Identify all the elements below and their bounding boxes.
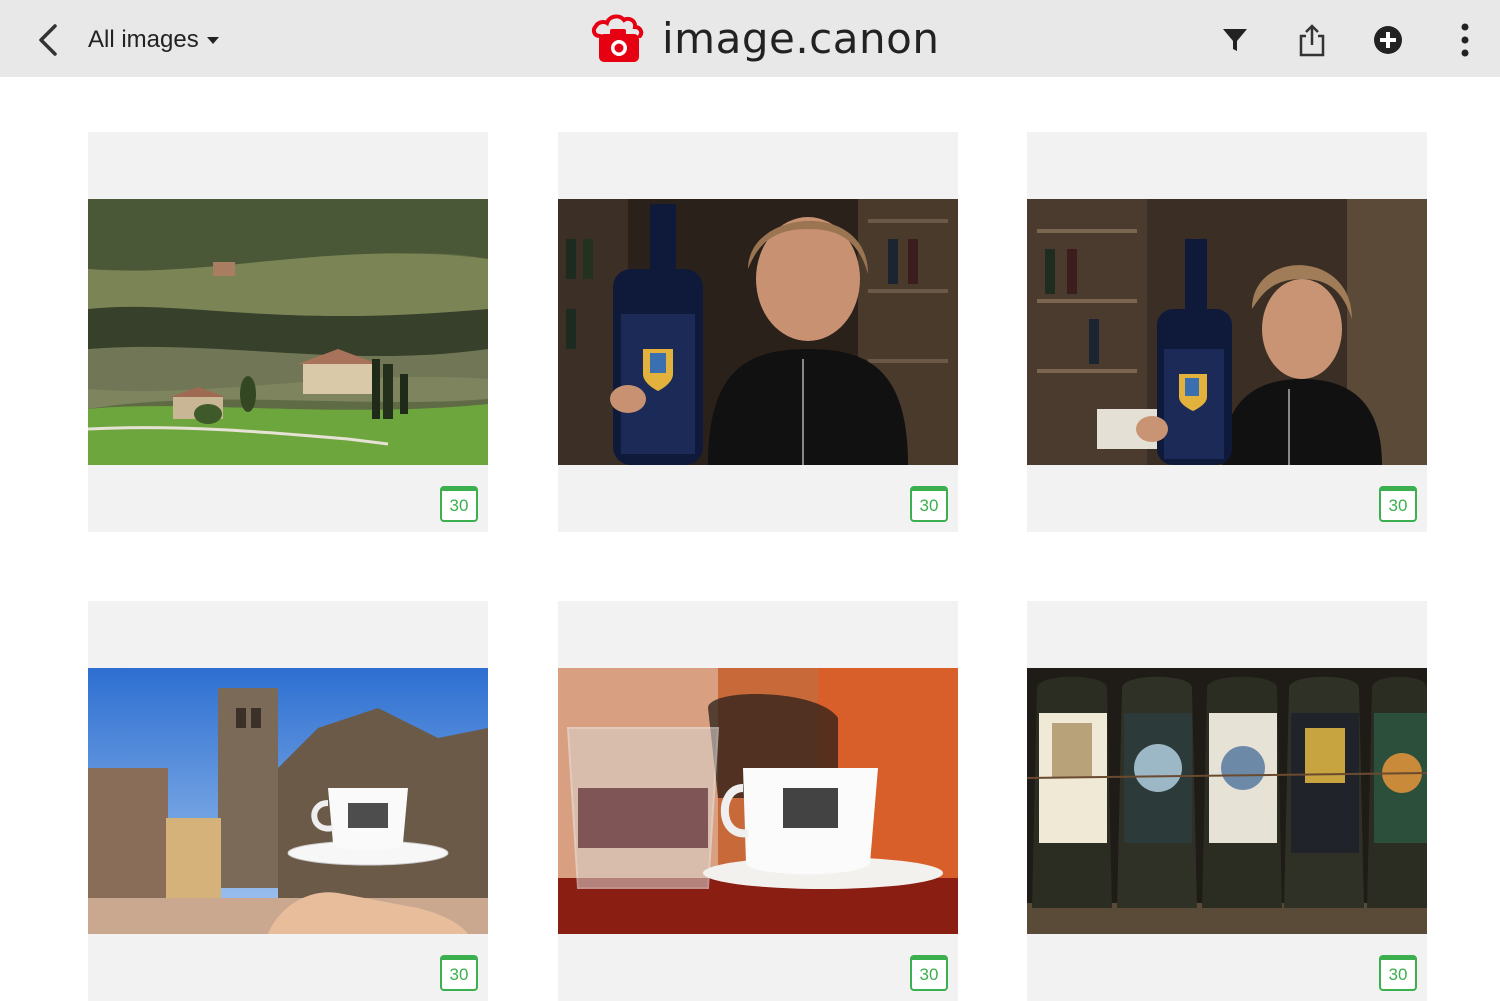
portrait-wine-photo xyxy=(1027,199,1427,465)
image-thumbnail[interactable] xyxy=(88,199,488,465)
image-thumbnail[interactable] xyxy=(1027,668,1427,934)
brand-name: image.canon xyxy=(662,13,940,63)
back-button[interactable] xyxy=(30,20,66,60)
add-circle-icon xyxy=(1374,26,1402,54)
share-button[interactable] xyxy=(1290,18,1334,62)
add-button[interactable] xyxy=(1366,18,1410,62)
brand-logo: image.canon xyxy=(590,8,939,68)
more-button[interactable] xyxy=(1443,18,1487,62)
more-vertical-icon xyxy=(1461,23,1469,57)
album-dropdown-label: All images xyxy=(88,26,199,53)
image-card[interactable]: 30 xyxy=(88,601,488,1001)
cloud-camera-logo-icon xyxy=(591,14,644,62)
caret-down-icon xyxy=(206,36,219,44)
date-badge: 30 xyxy=(440,955,478,991)
image-thumbnail[interactable] xyxy=(558,199,958,465)
date-badge: 30 xyxy=(1379,486,1417,522)
image-card[interactable]: 30 xyxy=(1027,601,1427,1001)
image-card[interactable]: 30 xyxy=(1027,132,1427,532)
image-card[interactable]: 30 xyxy=(558,601,958,1001)
chevron-left-icon xyxy=(39,24,57,56)
image-thumbnail[interactable] xyxy=(558,668,958,934)
top-bar: All images image.canon xyxy=(0,0,1500,77)
portrait-wine-photo xyxy=(558,199,958,465)
album-dropdown[interactable]: All images xyxy=(88,22,219,58)
image-card[interactable]: 30 xyxy=(558,132,958,532)
date-badge: 30 xyxy=(910,486,948,522)
date-badge: 30 xyxy=(440,486,478,522)
share-icon xyxy=(1299,24,1325,57)
image-card[interactable]: 30 xyxy=(88,132,488,532)
date-badge: 30 xyxy=(1379,955,1417,991)
date-badge: 30 xyxy=(910,955,948,991)
landscape-photo xyxy=(88,199,488,465)
image-thumbnail[interactable] xyxy=(1027,199,1427,465)
image-thumbnail[interactable] xyxy=(88,668,488,934)
filter-icon xyxy=(1223,29,1247,51)
coffee-glass-photo xyxy=(558,668,958,934)
coffee-church-photo xyxy=(88,668,488,934)
wine-bottles-photo xyxy=(1027,668,1427,934)
filter-button[interactable] xyxy=(1213,18,1257,62)
